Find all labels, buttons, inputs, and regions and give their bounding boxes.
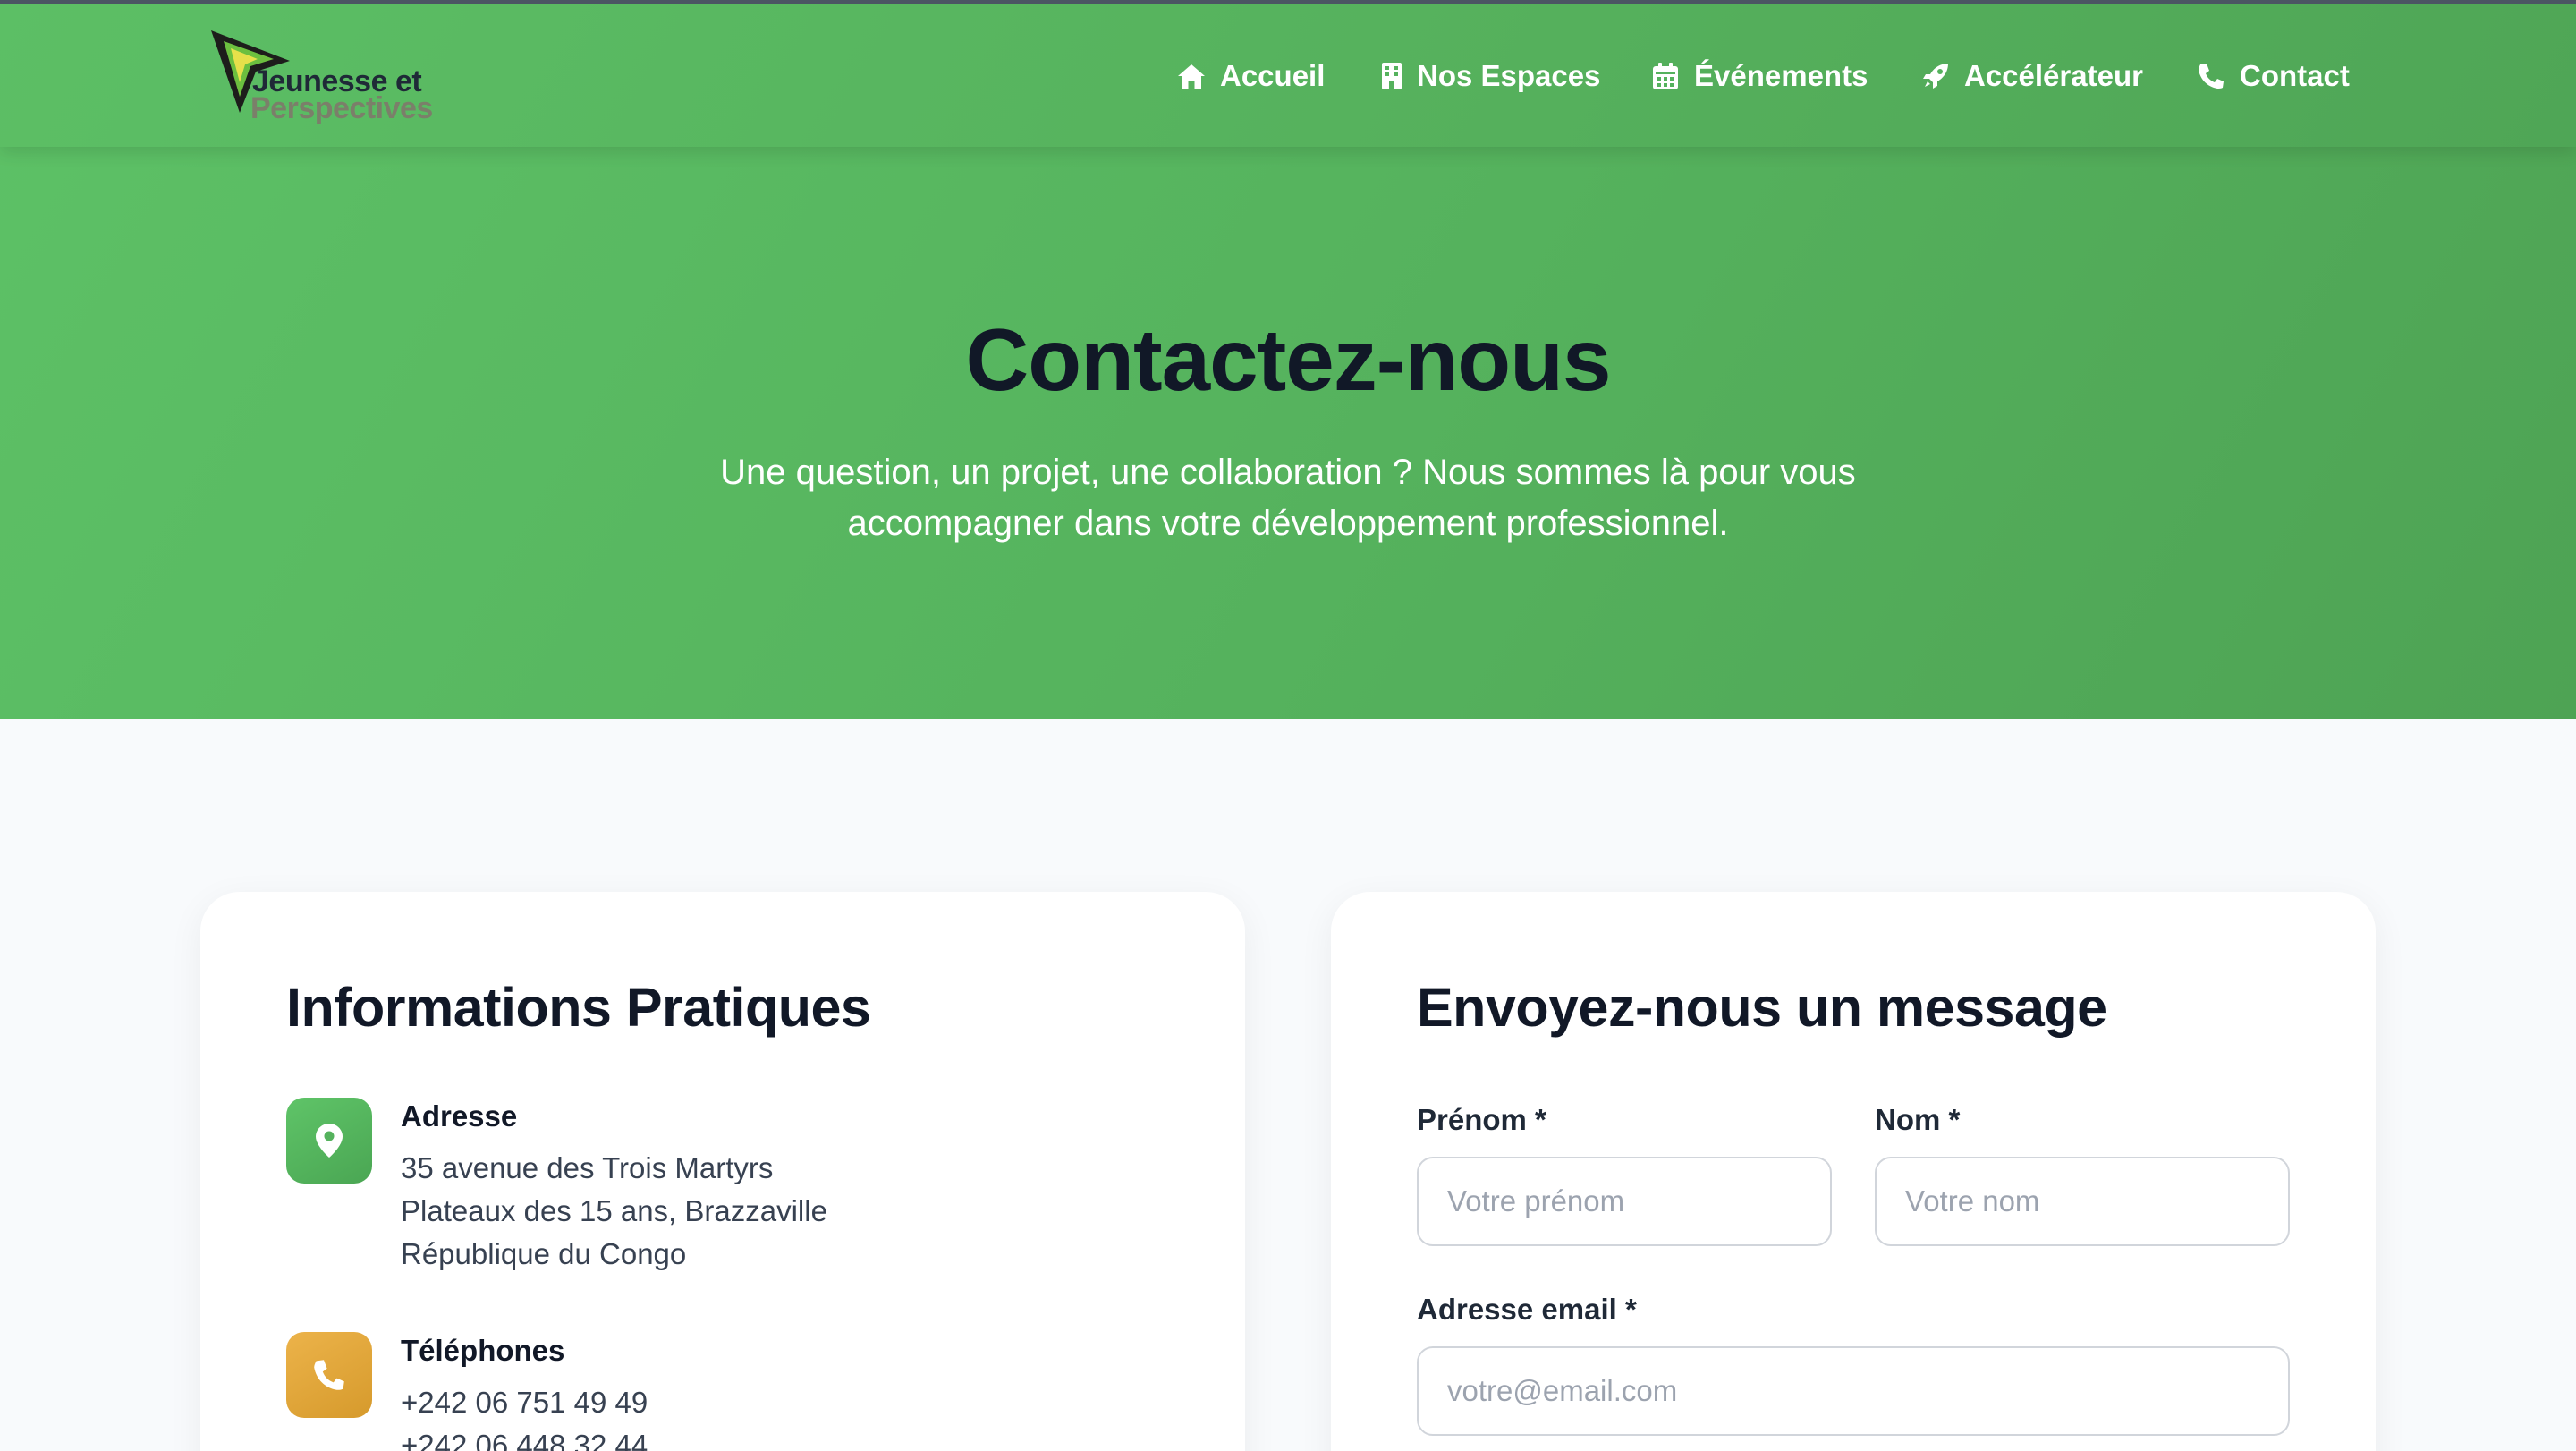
nav-item-accueil[interactable]: Accueil [1177,55,1325,97]
map-pin-icon [316,1124,343,1158]
phone-icon [314,1360,344,1390]
info-heading: Informations Pratiques [286,977,871,1038]
calendar-icon [1651,62,1680,90]
brand-name-line-2: Perspectives [250,91,433,125]
nav-item-evenements[interactable]: Événements [1651,55,1868,97]
phone-icon [2197,62,2225,90]
brand-logo[interactable]: Jeunesse et Perspectives [204,25,436,129]
nav-item-nos-espaces[interactable]: Nos Espaces [1381,55,1600,97]
nav-item-evenements-label: Événements [1694,59,1868,92]
nav-item-contact-label: Contact [2240,59,2350,92]
lastname-label: Nom * [1875,1103,1961,1136]
lastname-input[interactable] [1875,1157,2290,1246]
address-title: Adresse [401,1099,518,1133]
phone-number-2[interactable]: +242 06 448 32 44 [401,1429,648,1451]
info-card: Informations Pratiques Adresse 35 avenue… [200,892,1245,1451]
contact-form-card: Envoyez-nous un message Prénom * Nom * A… [1331,892,2376,1451]
nav-item-nos-espaces-label: Nos Espaces [1417,59,1601,92]
building-icon [1381,62,1402,90]
email-label: Adresse email * [1417,1293,1637,1326]
address-line-3: République du Congo [401,1237,687,1270]
address-line-1: 35 avenue des Trois Martyrs [401,1151,774,1184]
form-heading: Envoyez-nous un message [1417,977,2107,1038]
nav-item-accelerateur[interactable]: Accélérateur [1921,55,2143,97]
address-line-2: Plateaux des 15 ans, Brazzaville [401,1194,827,1227]
navbar: Jeunesse et Perspectives Accueil Nos Esp… [0,4,2576,147]
address-icon-badge [286,1098,372,1184]
email-input[interactable] [1417,1346,2290,1436]
hero-subtitle: Une question, un projet, une collaborati… [707,447,1869,549]
hero-subtitle-line-1: Une question, un projet, une collaborati… [720,453,1856,492]
home-icon [1177,62,1206,90]
nav-item-accelerateur-label: Accélérateur [1964,59,2143,92]
page-title: Contactez-nous [965,310,1612,409]
phones-icon-badge [286,1332,372,1418]
firstname-label: Prénom * [1417,1103,1546,1136]
phone-number-1[interactable]: +242 06 751 49 49 [401,1386,648,1420]
rocket-icon [1921,62,1950,90]
nav-item-accueil-label: Accueil [1220,59,1326,92]
hero-subtitle-line-2: accompagner dans votre développement pro… [847,504,1729,543]
firstname-input[interactable] [1417,1157,1832,1246]
nav-item-contact[interactable]: Contact [2197,55,2350,97]
phones-title: Téléphones [401,1334,565,1367]
top-border [0,0,2576,4]
